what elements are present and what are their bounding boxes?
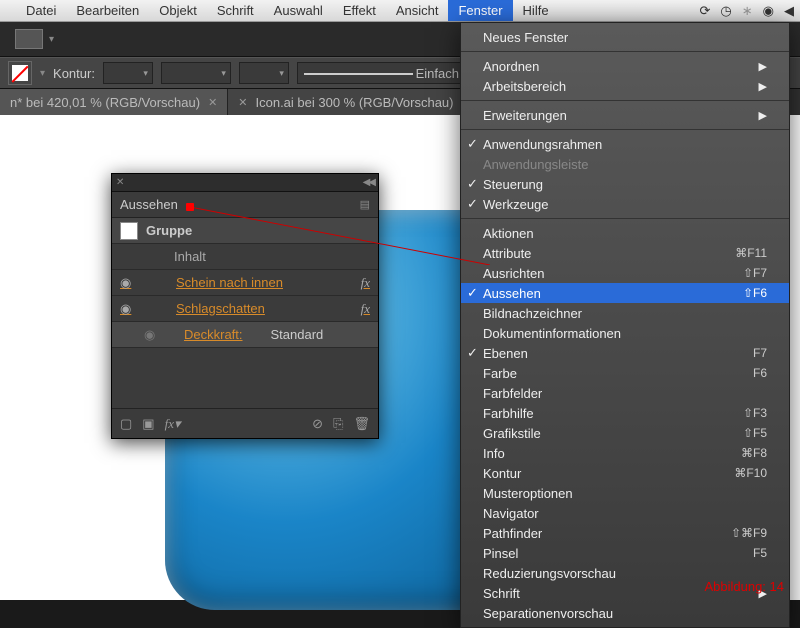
effect-row-drop-shadow[interactable]: ◉ Schlagschatten fx <box>112 296 378 322</box>
duplicate-icon[interactable]: ⎘ <box>333 416 343 432</box>
menu-item[interactable]: Separationenvorschau <box>461 603 789 623</box>
status-icons: ⟳ ◷ ∗ ◉ ◀ <box>700 3 795 19</box>
menu-item[interactable]: Grafikstile⇧F5 <box>461 423 789 443</box>
new-fill-icon[interactable]: ▢ <box>120 416 132 432</box>
mac-menubar: Datei Bearbeiten Objekt Schrift Auswahl … <box>0 0 800 22</box>
menu-objekt[interactable]: Objekt <box>149 0 207 21</box>
kontur-label: Kontur: <box>53 66 95 81</box>
panel-menu-icon[interactable]: ▤ <box>360 198 370 211</box>
menu-item[interactable]: Bildnachzeichner <box>461 303 789 323</box>
close-icon[interactable]: ✕ <box>208 96 217 109</box>
effect-row-inner-glow[interactable]: ◉ Schein nach innen fx <box>112 270 378 296</box>
menu-item[interactable]: Ausrichten⇧F7 <box>461 263 789 283</box>
add-effect-icon[interactable]: fx▾ <box>165 416 181 432</box>
menu-item[interactable]: ✓Werkzeuge <box>461 194 789 214</box>
bluetooth-icon[interactable]: ∗ <box>742 3 753 19</box>
stroke-style-dropdown[interactable] <box>161 62 231 84</box>
panel-tabbar[interactable]: ✕ ◀◀ <box>112 174 378 192</box>
thumbnail-icon <box>120 222 138 240</box>
menu-item: Anwendungsleiste <box>461 154 789 174</box>
menu-item[interactable]: Anordnen▶ <box>461 56 789 76</box>
menu-item[interactable]: PinselF5 <box>461 543 789 563</box>
menu-bearbeiten[interactable]: Bearbeiten <box>66 0 149 21</box>
menu-item[interactable]: Pathfinder⇧⌘F9 <box>461 523 789 543</box>
visibility-icon[interactable]: ◉ <box>144 327 160 343</box>
menu-item[interactable]: ✓Steuerung <box>461 174 789 194</box>
dropdown-icon[interactable]: ▾ <box>49 34 54 45</box>
panel-title-row: Aussehen ▤ <box>112 192 378 218</box>
visibility-icon[interactable]: ◉ <box>120 301 136 317</box>
volume-icon[interactable]: ◀ <box>784 3 794 19</box>
figure-caption: Abbildung: 14 <box>704 579 784 594</box>
menu-fenster[interactable]: Fenster <box>448 0 512 21</box>
stroke-weight-dropdown[interactable] <box>103 62 153 84</box>
menu-item[interactable]: Arbeitsbereich▶ <box>461 76 789 96</box>
wifi-icon[interactable]: ◉ <box>763 3 774 19</box>
fenster-menu-dropdown[interactable]: Neues Fenster Anordnen▶Arbeitsbereich▶ Erw… <box>460 22 790 628</box>
panel-title: Aussehen <box>120 197 178 212</box>
fx-icon[interactable]: fx <box>361 275 370 291</box>
menu-hilfe[interactable]: Hilfe <box>513 0 559 21</box>
sync-icon[interactable]: ⟳ <box>700 3 711 19</box>
menu-item[interactable]: Navigator <box>461 503 789 523</box>
appearance-panel[interactable]: ✕ ◀◀ Aussehen ▤ Gruppe Inhalt ◉ Schein n… <box>111 173 379 439</box>
menu-item[interactable]: Neues Fenster <box>461 27 789 47</box>
fx-icon[interactable]: fx <box>361 301 370 317</box>
fill-swatch[interactable] <box>8 61 32 85</box>
menu-item[interactable]: Info⌘F8 <box>461 443 789 463</box>
menu-item[interactable]: ✓EbenenF7 <box>461 343 789 363</box>
menu-item[interactable]: ✓Anwendungsrahmen <box>461 134 789 154</box>
menu-auswahl[interactable]: Auswahl <box>264 0 333 21</box>
stroke-extra-dropdown[interactable] <box>239 62 289 84</box>
menu-item[interactable]: Erweiterungen▶ <box>461 105 789 125</box>
group-label: Gruppe <box>146 223 192 238</box>
menu-item[interactable]: Musteroptionen <box>461 483 789 503</box>
appearance-target-row[interactable]: Gruppe <box>112 218 378 244</box>
clear-icon[interactable]: ⊘ <box>312 416 323 432</box>
menu-item[interactable]: Attribute⌘F11 <box>461 243 789 263</box>
close-icon[interactable]: ✕ <box>238 96 247 109</box>
menu-item[interactable]: Aktionen <box>461 223 789 243</box>
tab-2[interactable]: ✕Icon.ai bei 300 % (RGB/Vorschau) <box>228 89 464 115</box>
menu-schrift[interactable]: Schrift <box>207 0 264 21</box>
brush-dropdown[interactable]: Einfach <box>297 62 487 84</box>
menu-item[interactable]: Dokumentinformationen <box>461 323 789 343</box>
menu-item[interactable]: ✓Aussehen⇧F6 <box>461 283 789 303</box>
new-stroke-icon[interactable]: ▣ <box>142 416 154 432</box>
menu-effekt[interactable]: Effekt <box>333 0 386 21</box>
time-icon[interactable]: ◷ <box>720 3 731 19</box>
menu-item[interactable]: Kontur⌘F10 <box>461 463 789 483</box>
trash-icon[interactable]: 🗑 <box>353 416 370 432</box>
layout-button[interactable] <box>15 29 43 49</box>
tab-1[interactable]: n* bei 420,01 % (RGB/Vorschau)✕ <box>0 89 228 115</box>
close-icon[interactable]: ✕ <box>116 177 124 188</box>
menu-datei[interactable]: Datei <box>16 0 66 21</box>
panel-footer: ▢ ▣ fx▾ ⊘ ⎘ 🗑 <box>112 408 378 438</box>
menu-item[interactable]: Farbhilfe⇧F3 <box>461 403 789 423</box>
collapse-icon[interactable]: ◀◀ <box>363 177 374 188</box>
content-row[interactable]: Inhalt <box>112 244 378 270</box>
menu-ansicht[interactable]: Ansicht <box>386 0 449 21</box>
annotation-dot <box>186 203 194 211</box>
visibility-icon[interactable]: ◉ <box>120 275 136 291</box>
menu-item[interactable]: Farbfelder <box>461 383 789 403</box>
opacity-row[interactable]: ◉ Deckkraft: Standard <box>112 322 378 348</box>
menu-item[interactable]: FarbeF6 <box>461 363 789 383</box>
